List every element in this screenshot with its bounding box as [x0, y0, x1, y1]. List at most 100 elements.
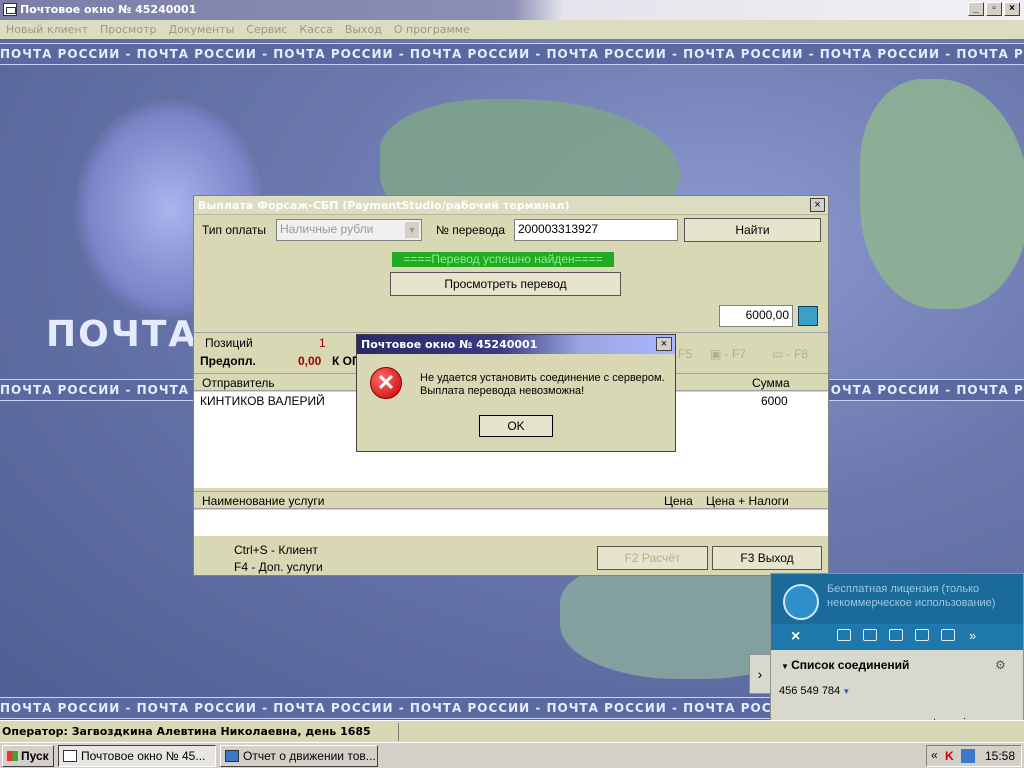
- col-sender[interactable]: Отправитель: [202, 376, 275, 390]
- collapse-icon: ▼: [781, 662, 792, 671]
- taskbar-item-label: Почтовое окно № 45...: [81, 749, 206, 763]
- col-sum[interactable]: Сумма: [752, 376, 790, 390]
- toolbar-f7-label: - F7: [724, 347, 747, 361]
- transfer-no-input[interactable]: 200003313927: [514, 219, 678, 241]
- menu-documents[interactable]: Документы: [162, 23, 240, 36]
- maximize-button[interactable]: ▫: [986, 2, 1002, 16]
- payment-type-select[interactable]: Наличные рубли ▼: [276, 219, 422, 241]
- antivirus-icon[interactable]: K: [945, 749, 957, 763]
- view-transfer-button[interactable]: Просмотреть перевод: [390, 272, 621, 296]
- menubar: Новый клиент Просмотр Документы Сервис К…: [0, 20, 1024, 39]
- license-text: Бесплатная лицензия (только некоммерческ…: [827, 583, 996, 609]
- toolbar-f5[interactable]: F5: [678, 347, 692, 361]
- more-icon[interactable]: »: [969, 628, 976, 643]
- clock[interactable]: 15:58: [985, 749, 1015, 763]
- divider: [398, 723, 399, 741]
- col-price-tax[interactable]: Цена + Налоги: [706, 494, 789, 508]
- menu-view[interactable]: Просмотр: [94, 23, 162, 36]
- col-service-name[interactable]: Наименование услуги: [202, 494, 324, 508]
- find-button[interactable]: Найти: [684, 218, 821, 242]
- services-table-header: Наименование услуги Цена Цена + Налоги: [194, 491, 828, 509]
- teamviewer-header: Бесплатная лицензия (только некоммерческ…: [771, 574, 1023, 624]
- toolbar-f7[interactable]: ▣ - F7: [710, 347, 746, 361]
- partner-id[interactable]: 456 549 784 ▼: [779, 685, 850, 697]
- menu-new-client[interactable]: Новый клиент: [0, 23, 94, 36]
- exit-button[interactable]: F3 Выход: [712, 546, 822, 570]
- files-icon[interactable]: [941, 629, 955, 641]
- menu-cash[interactable]: Касса: [293, 23, 338, 36]
- operator-status: Оператор: Загвоздкина Алевтина Николаевн…: [2, 725, 371, 738]
- menu-service[interactable]: Сервис: [240, 23, 293, 36]
- main-window-titlebar: Почтовое окно № 45240001 _ ▫ ×: [0, 0, 1024, 20]
- map-land: [860, 79, 1024, 309]
- divider: [194, 332, 828, 333]
- connections-title-label: Список соединений: [791, 658, 910, 672]
- taskbar-item-label: Отчет о движении тов...: [243, 749, 376, 763]
- error-dialog-titlebar: Почтовое окно № 45240001 ×: [357, 335, 675, 354]
- connections-title[interactable]: ▼ Список соединений: [781, 658, 909, 672]
- found-status-banner: ====Перевод успешно найден====: [392, 252, 614, 267]
- partner-id-label: 456 549 784: [779, 685, 841, 697]
- taskbar-item-report[interactable]: Отчет о движении тов...: [220, 745, 378, 767]
- menu-exit[interactable]: Выход: [339, 23, 388, 36]
- close-button[interactable]: ×: [1004, 2, 1020, 16]
- menu-about[interactable]: О программе: [388, 23, 476, 36]
- dropdown-icon: ▼: [840, 687, 851, 696]
- video-icon[interactable]: [837, 629, 851, 641]
- transfer-no-label: № перевода: [436, 223, 506, 237]
- error-line-1: Не удается установить соединение с серве…: [420, 372, 665, 384]
- start-button[interactable]: Пуск: [2, 745, 54, 767]
- error-dialog: Почтовое окно № 45240001 × ✕ Не удается …: [356, 334, 676, 452]
- settings-gear-icon[interactable]: ⚙: [995, 658, 1006, 672]
- network-icon[interactable]: [961, 749, 975, 763]
- headset-icon[interactable]: [889, 629, 903, 641]
- teamviewer-logo-icon: [783, 584, 819, 620]
- taskbar: Пуск Почтовое окно № 45... Отчет о движе…: [0, 742, 1024, 768]
- window-controls: _ ▫ ×: [968, 2, 1020, 16]
- error-dialog-close-button[interactable]: ×: [656, 337, 672, 351]
- payment-dialog-close-button[interactable]: ×: [810, 198, 825, 212]
- error-x-icon: ✕: [370, 367, 402, 399]
- minimize-button[interactable]: _: [968, 2, 984, 16]
- payment-type-label: Тип оплаты: [202, 223, 267, 237]
- chat-icon[interactable]: [915, 629, 929, 641]
- chevron-down-icon[interactable]: ▼: [405, 222, 419, 238]
- calculator-icon[interactable]: [798, 306, 818, 326]
- error-line-2: Выплата перевода невозможна!: [420, 385, 585, 397]
- system-tray: « K 15:58: [926, 745, 1022, 767]
- amount-field[interactable]: 6000,00: [719, 305, 793, 327]
- toolbar-f8-label: - F8: [786, 347, 809, 361]
- hint-client: Ctrl+S - Клиент: [234, 543, 318, 557]
- col-price[interactable]: Цена: [664, 494, 693, 508]
- payment-type-value: Наличные рубли: [280, 222, 374, 236]
- positions-label: Позиций: [205, 336, 253, 350]
- calc-button[interactable]: F2 Расчёт: [597, 546, 708, 570]
- phone-icon[interactable]: [863, 629, 877, 641]
- brand-band: ПОЧТА РОССИИ - ПОЧТА РОССИИ - ПОЧТА РОСС…: [0, 43, 1024, 65]
- hint-services: F4 - Доп. услуги: [234, 560, 323, 574]
- payment-dialog-title: Выплата Форсаж-СБП (PaymentStudio/рабочи…: [198, 199, 570, 212]
- status-bar: Оператор: Загвоздкина Алевтина Николаевн…: [0, 720, 1024, 742]
- cell-sum: 6000: [761, 394, 788, 408]
- close-icon[interactable]: ×: [791, 628, 800, 646]
- teamviewer-panel: Бесплатная лицензия (только некоммерческ…: [749, 573, 1024, 739]
- prepaid-value: 0,00: [298, 354, 322, 368]
- app-icon: [3, 3, 17, 16]
- cell-sender: КИНТИКОВ ВАЛЕРИЙ: [200, 394, 325, 408]
- expand-arrow-icon[interactable]: ›: [749, 654, 771, 694]
- window-icon: [63, 750, 77, 762]
- services-table: [194, 510, 828, 536]
- report-icon: [225, 750, 239, 762]
- taskbar-item-post-window[interactable]: Почтовое окно № 45...: [58, 745, 216, 767]
- main-window-title: Почтовое окно № 45240001: [20, 3, 197, 16]
- teamviewer-toolbar: × »: [771, 624, 1023, 650]
- add-folder-icon: ▣: [710, 347, 725, 361]
- positions-value: 1: [319, 336, 326, 350]
- error-dialog-title: Почтовое окно № 45240001: [361, 338, 538, 351]
- folder-icon: ▭: [772, 347, 787, 361]
- tray-expand-icon[interactable]: «: [931, 748, 938, 762]
- toolbar-f8[interactable]: ▭ - F8: [772, 347, 808, 361]
- payment-dialog-titlebar: Выплата Форсаж-СБП (PaymentStudio/рабочи…: [194, 196, 828, 215]
- ok-button[interactable]: OK: [479, 415, 553, 437]
- prepaid-label: Предопл.: [200, 354, 256, 368]
